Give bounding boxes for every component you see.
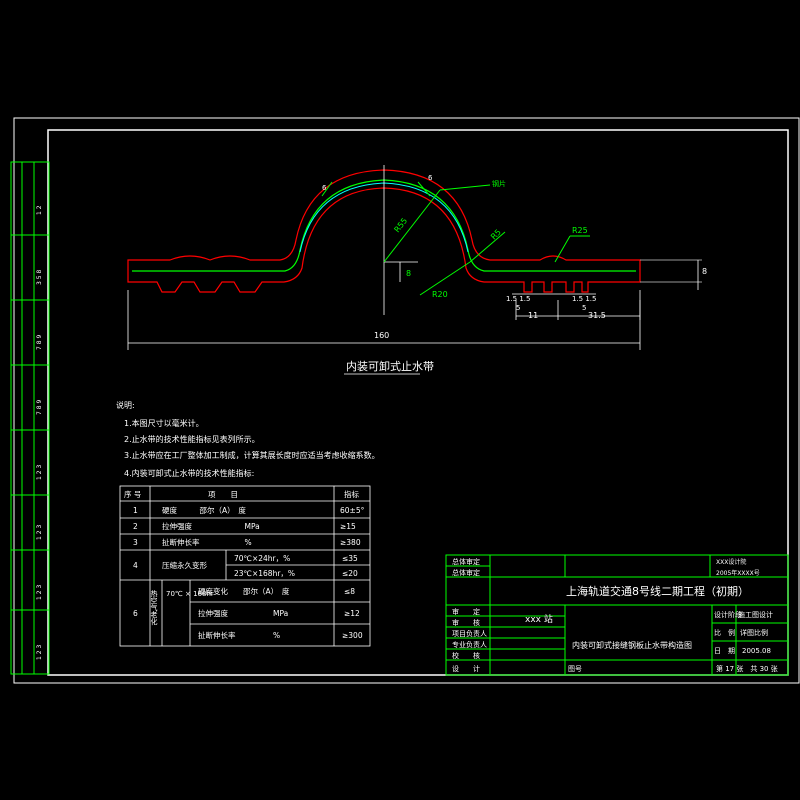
dim-h8: 8 [406,269,411,278]
tb-row-2: 审 核 [452,618,480,627]
row4-cond1: 70℃×24hr，% [234,554,290,563]
binding-strip-label: 1 2 3 [36,645,43,660]
row4-no: 4 [133,561,138,570]
dim-phi-b: 6 [428,174,433,182]
row6-item: 热空气老化 [150,589,158,626]
tb-stage: 施工图设计 [738,610,773,619]
note-line-4: 4.内装可卸式止水带的技术性能指标: [124,468,254,478]
tb-station: xxx 站 [525,613,553,625]
tb-date-label: 日 期 [714,647,735,655]
dim-radius-outer: R55 [392,216,409,234]
tb-row-1: 审 定 [452,607,480,616]
tb-top-row-1: 总体审定 [452,557,480,566]
dim-radius-mid: R5 [489,228,503,242]
dim-seg1: 11 [528,311,538,320]
note-line-1: 1.本图尺寸以毫米计。 [124,418,204,428]
table-header-no: 序 号 [124,489,141,499]
row4-value2: ≤20 [342,569,358,578]
dim-radius-small: R25 [572,226,588,235]
binding-strip-labels: 1 2 3 5 8 7 8 9 7 8 9 1 2 3 1 2 3 1 2 3 1 2 3 [36,205,43,660]
dim-small-b: 1.5 1.5 [572,295,597,303]
row4-item: 压缩永久变形 [162,560,207,570]
tb-row-5: 校 核 [452,651,480,660]
row6-sub2-name: 拉伸强度 MPa [198,608,288,618]
row6-sub2-value: ≥12 [344,609,360,618]
binding-strip-label: 1 2 3 [36,465,43,480]
row1-item: 硬度 邵尔（A） 度 [162,505,246,515]
notes: 说明: 1.本图尺寸以毫米计。 2.止水带的技术性能指标见表列所示。 3.止水带… [116,400,380,478]
dim-thick: 8 [702,267,707,276]
row6-sub3-name: 扯断伸长率 % [198,630,280,640]
tb-drawing-title: 内装可卸式接缝钢板止水带构造图 [572,640,692,650]
tb-code-bottom: 2005年XXXX号 [716,569,760,577]
row4-value1: ≤35 [342,554,358,563]
dim-five-b: 5 [582,304,586,312]
dim-total-length: 160 [374,331,389,340]
row2-item: 拉伸强度 MPa [162,521,260,531]
row6-no: 6 [133,609,138,618]
tb-sheet: 第 17 张 共 30 张 [716,664,778,673]
tb-row-6: 设 计 [452,664,480,673]
leader-lines [321,181,590,296]
row2-no: 2 [133,522,138,531]
row3-no: 3 [133,538,138,547]
binding-strip-label: 7 8 9 [36,400,43,415]
binding-strip-label: 1 2 [36,205,43,215]
dim-five-a: 5 [516,304,520,312]
note-line-3: 3.止水带应在工厂整体加工制成，计算其展长度时应适当考虑收缩系数。 [124,450,380,460]
tb-date: 2005.08 [742,647,771,655]
waterstop-profile [127,169,702,293]
dim-phi-a: 6 [322,184,327,192]
binding-strip [10,161,50,675]
tb-project: 上海轨道交通8号线二期工程（初期） [566,584,749,598]
row1-value: 60±5° [340,506,365,515]
spec-table: 序 号 项 目 指标 1 硬度 邵尔（A） 度 60±5° 2 拉伸强度 MPa… [119,485,371,647]
tb-scale: 详图比例 [740,628,768,637]
row6-sub3-value: ≥300 [342,631,363,640]
title-block: 总体审定 总体审定 XXX设计院 2005年XXXX号 上海轨道交通8号线二期工… [445,554,789,676]
row6-sub1-name: 硬度变化 邵尔（A） 度 [198,586,290,596]
tb-code-top: XXX设计院 [716,558,746,566]
binding-strip-label: 1 2 3 [36,525,43,540]
note-line-2: 2.止水带的技术性能指标见表列所示。 [124,434,260,444]
row6-sub1-value: ≤8 [344,587,355,596]
cad-drawing: 1 2 3 5 8 7 8 9 7 8 9 1 2 3 1 2 3 1 2 3 1 2 3 1… [10,117,800,684]
tb-scale-label: 比 例 [714,628,735,637]
drawing-caption: 内装可卸式止水带 [346,359,434,373]
leader-label-steel: 钢片 [492,179,506,188]
binding-strip-label: 3 5 8 [36,270,43,285]
notes-heading: 说明: [116,400,135,410]
row3-value: ≥380 [340,538,361,547]
tb-row-3: 项目负责人 [452,629,487,638]
binding-strip-label: 7 8 9 [36,335,43,350]
dimension-lines [127,165,641,350]
row1-no: 1 [133,506,138,515]
tb-drawing-no-label: 图号 [568,665,582,673]
tb-top-row-2: 总体审定 [452,568,480,577]
dim-seg2: 31.5 [588,311,606,320]
row3-item: 扯断伸长率 % [162,537,252,547]
table-header-value: 指标 [344,489,359,499]
binding-strip-label: 1 2 3 [36,585,43,600]
table-header-item: 项 目 [208,490,238,499]
dim-r20: R20 [432,290,448,299]
row2-value: ≥15 [340,522,356,531]
row4-cond2: 23℃×168hr，% [234,569,295,578]
dim-small-a: 1.5 1.5 [506,295,531,303]
tb-row-4: 专业负责人 [452,640,487,649]
